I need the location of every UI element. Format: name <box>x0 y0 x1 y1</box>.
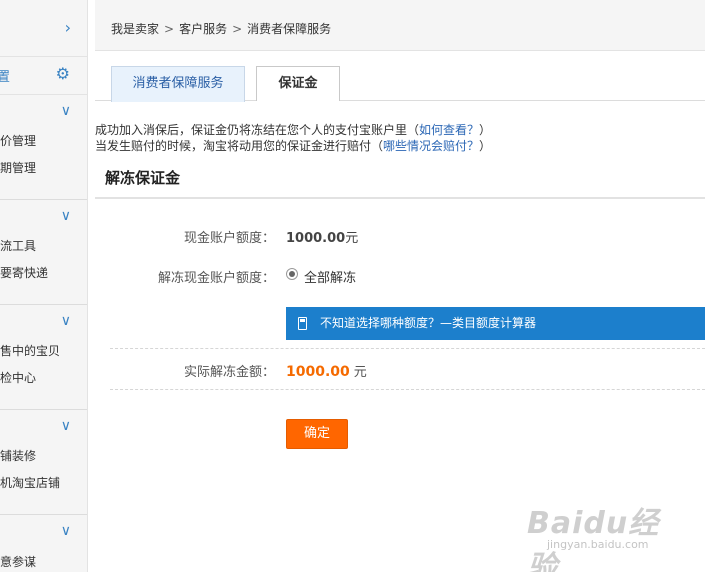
sidebar-item[interactable]: 我要寄快递 <box>0 264 48 281</box>
unfreeze-all-radio[interactable] <box>286 268 298 280</box>
divider <box>95 197 705 199</box>
watermark-url: jingyan.baidu.com <box>547 538 649 551</box>
notice-line-text: 成功加入消保后，保证金仍将冻结在您个人的支付宝账户里（ <box>95 123 420 137</box>
quota-calculator-text: 不知道选择哪种额度？—类目额度计算器 <box>320 316 537 330</box>
cash-account-value: 1000.00元 <box>286 227 358 246</box>
sidebar-item[interactable]: 店铺装修 <box>0 447 36 464</box>
actual-amount: 1000.00 <box>286 364 350 380</box>
notice-line-text: 当发生赔付的时候，淘宝将动用您的保证金进行赔付（ <box>95 139 384 153</box>
sidebar-item[interactable]: 物流工具 <box>0 237 36 254</box>
dashed-divider <box>110 389 705 390</box>
tab-consumer-protection[interactable]: 消费者保障服务 <box>111 66 245 102</box>
sidebar-group: ∨ 出售中的宝贝 体检中心 <box>0 305 87 410</box>
notice-text: 成功加入消保后，保证金仍将冻结在您个人的支付宝账户里（如何查看？） 当发生赔付的… <box>95 122 491 154</box>
sidebar-settings-label: 置 <box>0 66 10 85</box>
breadcrumb: 我是卖家 > 客户服务 > 消费者保障服务 <box>95 0 705 51</box>
unfreeze-label: 解冻现金账户额度： <box>157 271 275 286</box>
sidebar-settings-row: 置 ⚙ <box>0 57 87 95</box>
quota-calculator-button[interactable]: 不知道选择哪种额度？—类目额度计算器 <box>286 307 705 340</box>
chevron-down-icon[interactable]: ∨ <box>61 313 71 329</box>
sidebar-item[interactable]: 评价管理 <box>0 132 36 149</box>
sidebar-group: ∨ 物流工具 我要寄快递 <box>0 200 87 305</box>
tab-bar: 消费者保障服务 保证金 <box>95 66 705 102</box>
cash-unit: 元 <box>345 231 359 246</box>
sidebar-item[interactable]: 分期管理 <box>0 159 36 176</box>
sidebar-item[interactable]: 手机淘宝店铺 <box>0 474 60 491</box>
watermark-brand: Baidu经验 <box>527 506 660 572</box>
notice-line-end: ） <box>479 139 492 153</box>
section-title: 解冻保证金 <box>105 169 181 187</box>
chevron-down-icon[interactable]: ∨ <box>61 103 71 119</box>
actual-amount-value: 1000.00 元 <box>286 361 367 380</box>
actual-amount-label: 实际解冻金额： <box>183 365 275 380</box>
breadcrumb-item[interactable]: 消费者保障服务 <box>247 22 331 36</box>
breadcrumb-item[interactable]: 我是卖家 <box>111 22 159 36</box>
sidebar-header: › <box>0 0 87 57</box>
sidebar: › 置 ⚙ ∨ 评价管理 分期管理 ∨ 物流工具 我要寄快递 ∨ 出售中的宝贝 … <box>0 0 88 572</box>
app-root: › 置 ⚙ ∨ 评价管理 分期管理 ∨ 物流工具 我要寄快递 ∨ 出售中的宝贝 … <box>0 0 705 572</box>
calculator-icon <box>298 317 307 330</box>
sidebar-item[interactable]: 生意参谋 <box>0 553 36 570</box>
chevron-down-icon[interactable]: ∨ <box>61 418 71 434</box>
cash-amount: 1000.00 <box>286 231 346 246</box>
unfreeze-all-label[interactable]: 全部解冻 <box>304 267 356 286</box>
gear-icon[interactable]: ⚙ <box>56 64 70 83</box>
cash-account-label: 现金账户额度： <box>183 231 275 246</box>
baidu-watermark: Baidu经验 jingyan.baidu.com <box>517 498 687 572</box>
chevron-down-icon[interactable]: ∨ <box>61 523 71 539</box>
notice-line-end: ） <box>479 123 492 137</box>
how-to-view-link[interactable]: 如何查看？ <box>419 123 479 137</box>
notice-line: 成功加入消保后，保证金仍将冻结在您个人的支付宝账户里（如何查看？） <box>95 122 491 138</box>
breadcrumb-separator: > <box>232 22 243 36</box>
tab-deposit[interactable]: 保证金 <box>256 66 340 101</box>
notice-line: 当发生赔付的时候，淘宝将动用您的保证金进行赔付（哪些情况会赔付？） <box>95 138 491 154</box>
breadcrumb-item[interactable]: 客户服务 <box>179 22 227 36</box>
sidebar-group: ∨ 评价管理 分期管理 <box>0 95 87 200</box>
main-content: 我是卖家 > 客户服务 > 消费者保障服务 消费者保障服务 保证金 成功加入消保后，保证… <box>95 0 705 572</box>
sidebar-group: ∨ 生意参谋 <box>0 515 87 572</box>
dashed-divider <box>110 348 705 349</box>
sidebar-item[interactable]: 体检中心 <box>0 369 36 386</box>
chevron-right-icon[interactable]: › <box>65 18 71 37</box>
compensation-cases-link[interactable]: 哪些情况会赔付？ <box>383 139 479 153</box>
confirm-button[interactable]: 确定 <box>286 419 348 449</box>
chevron-down-icon[interactable]: ∨ <box>61 208 71 224</box>
breadcrumb-separator: > <box>164 22 175 36</box>
sidebar-item[interactable]: 出售中的宝贝 <box>0 342 60 359</box>
sidebar-group: ∨ 店铺装修 手机淘宝店铺 <box>0 410 87 515</box>
actual-unit: 元 <box>353 365 367 380</box>
